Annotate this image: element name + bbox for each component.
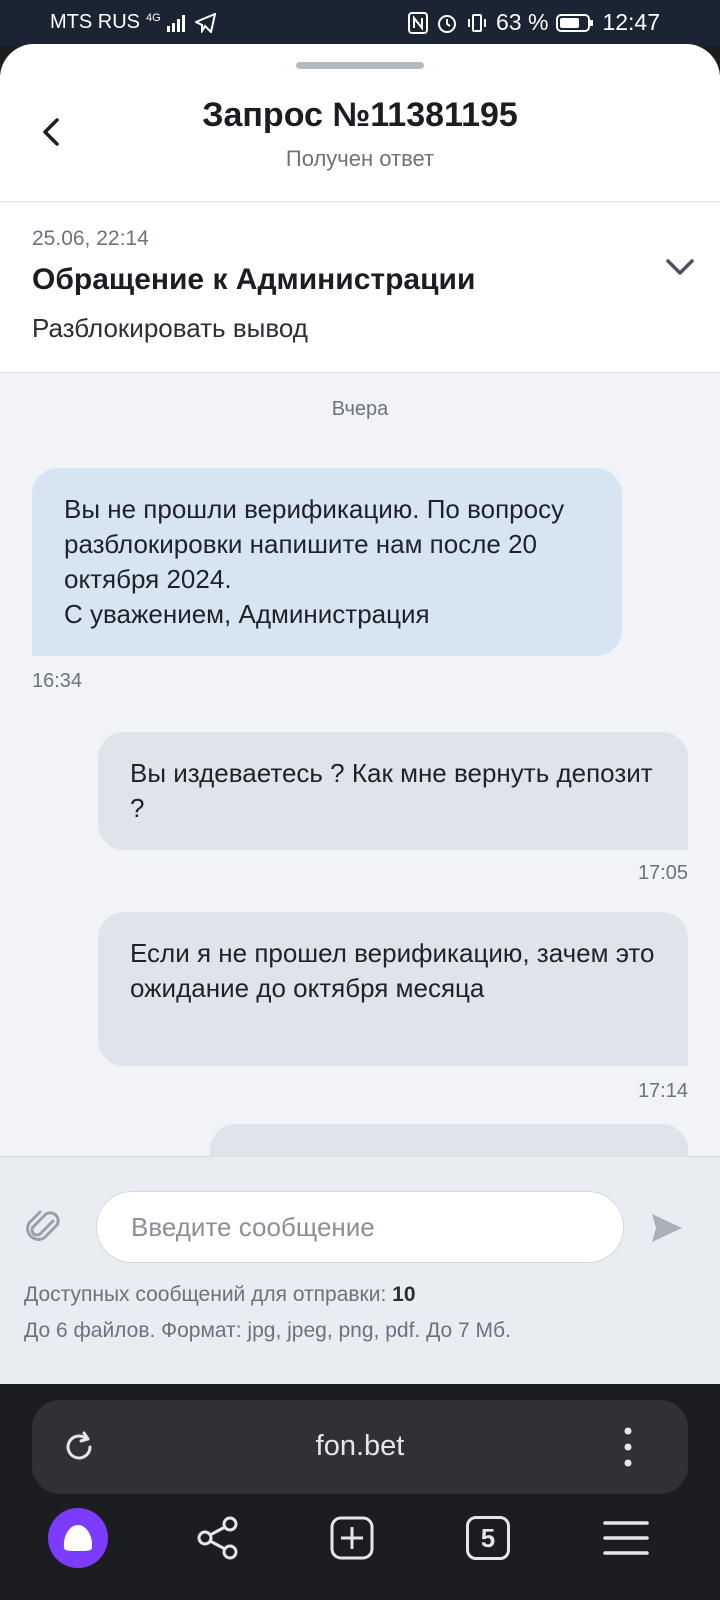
available-messages-hint: Доступных сообщений для отправки: 10: [24, 1283, 416, 1307]
chat-history[interactable]: Вчера Вы не прошли верификацию. По вопро…: [0, 374, 720, 1156]
address-bar[interactable]: fon.bet: [32, 1400, 688, 1494]
files-hint: До 6 файлов. Формат: jpg, jpeg, png, pdf…: [24, 1319, 511, 1342]
telegram-icon: [194, 12, 216, 33]
message-text: Если я не прошел верификацию, зачем это …: [130, 938, 655, 1003]
available-messages-label: Доступных сообщений для отправки:: [24, 1283, 387, 1306]
sheet-header: Запрос №11381195 Получен ответ: [0, 44, 720, 202]
message-bubble-incoming: Вы не прошли верификацию. По вопросу раз…: [32, 468, 622, 656]
menu-button[interactable]: [596, 1508, 656, 1568]
carrier-label: MTS RUS: [50, 11, 140, 33]
page-title: Запрос №11381195: [202, 96, 518, 134]
day-separator: Вчера: [331, 398, 389, 420]
request-sheet: Запрос №11381195 Получен ответ 25.06, 22…: [0, 44, 720, 1384]
browser-chrome: fon.bet 5: [0, 1384, 720, 1600]
url-text[interactable]: fon.bet: [32, 1430, 688, 1463]
alice-icon: [63, 1525, 93, 1551]
drag-handle[interactable]: [296, 62, 424, 69]
new-tab-icon: [330, 1516, 374, 1560]
message-bubble-outgoing: Если я не прошел верификацию, зачем это …: [98, 912, 688, 1066]
tabs-icon: 5: [466, 1516, 510, 1560]
request-topic: Обращение к Администрации: [32, 263, 476, 296]
network-label: 4G: [146, 11, 161, 24]
request-info-card[interactable]: 25.06, 22:14 Обращение к Администрации Р…: [0, 203, 720, 373]
message-text: Вы не прошли верификацию. По вопросу раз…: [64, 494, 565, 629]
alice-assistant-button[interactable]: [48, 1508, 108, 1568]
message-time: 17:05: [637, 862, 688, 884]
menu-icon: [603, 1521, 649, 1555]
share-icon: [197, 1516, 238, 1560]
message-composer: Доступных сообщений для отправки: 10 До …: [0, 1156, 720, 1384]
vibrate-icon: [468, 13, 486, 32]
share-button[interactable]: [188, 1508, 248, 1568]
chevron-down-icon[interactable]: [664, 251, 696, 283]
battery-icon: [556, 13, 594, 32]
message-time: 17:14: [637, 1080, 688, 1102]
tabs-button[interactable]: 5: [458, 1508, 518, 1568]
available-messages-count: 10: [392, 1283, 416, 1306]
new-tab-button[interactable]: [322, 1508, 382, 1568]
more-icon[interactable]: [622, 1426, 634, 1468]
request-date: 25.06, 22:14: [32, 227, 149, 250]
request-reason: Разблокировать вывод: [32, 313, 308, 343]
alarm-icon: [438, 14, 456, 33]
message-bubble-outgoing: Верните деньги и все на этом: [210, 1124, 688, 1156]
signal-icon: [166, 14, 185, 32]
send-icon[interactable]: [650, 1211, 684, 1245]
browser-navbar: 5: [0, 1496, 720, 1600]
message-text: Верните деньги и все на этом: [242, 1148, 656, 1156]
message-input[interactable]: [96, 1191, 624, 1263]
message-bubble-outgoing: Вы издеваетесь ? Как мне вернуть депозит…: [98, 732, 688, 850]
nfc-icon: [408, 11, 428, 34]
message-time: 16:34: [32, 670, 83, 692]
message-text: Вы издеваетесь ? Как мне вернуть депозит…: [130, 758, 653, 823]
battery-percent: 63 %: [496, 9, 549, 35]
paperclip-icon[interactable]: [26, 1207, 62, 1247]
request-status: Получен ответ: [285, 146, 435, 171]
status-bar: MTS RUS 4G 63 % 12:47: [0, 0, 720, 46]
clock: 12:47: [602, 9, 660, 35]
